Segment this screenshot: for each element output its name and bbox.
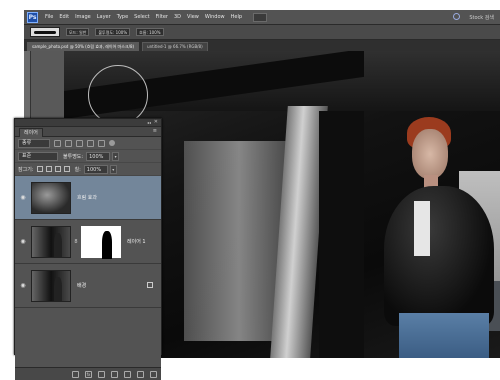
layer-row-layer1[interactable]: ◉ 8 레이어 1 bbox=[15, 220, 161, 264]
stock-search-label[interactable]: Stock 검색 bbox=[469, 14, 494, 21]
collapse-icon[interactable]: ◂◂ bbox=[147, 120, 151, 125]
close-icon[interactable]: ✕ bbox=[154, 119, 158, 125]
photo-model-jacket bbox=[384, 186, 494, 326]
mask-silhouette bbox=[102, 230, 112, 259]
menu-image[interactable]: Image bbox=[75, 14, 91, 20]
menu-3d[interactable]: 3D bbox=[174, 14, 181, 20]
folder-icon[interactable] bbox=[124, 370, 131, 378]
adjustment-icon[interactable] bbox=[111, 370, 118, 378]
layer-mask-thumbnail[interactable] bbox=[81, 225, 121, 259]
layer-thumbnail[interactable] bbox=[31, 225, 71, 258]
mask-link-icon[interactable]: 8 bbox=[73, 239, 79, 245]
visibility-eye-icon[interactable]: ◉ bbox=[18, 282, 28, 289]
visibility-eye-icon[interactable]: ◉ bbox=[18, 238, 28, 245]
lock-label: 잠그기: bbox=[18, 166, 34, 173]
menu-bar: Ps File Edit Image Layer Type Select Fil… bbox=[24, 10, 500, 25]
blend-mode-value: 표준 bbox=[22, 153, 32, 159]
layers-panel: ◂◂ ✕ 레이어 ≡ 종류 표준 불투명도: 100% ▾ 잠그기: 칠: 10… bbox=[14, 118, 162, 380]
trash-icon[interactable] bbox=[150, 370, 157, 378]
fill-slider-button[interactable]: ▾ bbox=[109, 164, 117, 174]
brush-stroke-icon bbox=[34, 30, 56, 34]
tab-document-1[interactable]: sample_photo.psd @ 50% (흐림 효과, 레이어 마스크/8… bbox=[27, 42, 140, 51]
filter-type-icon[interactable] bbox=[76, 139, 83, 147]
filter-adjustment-icon[interactable] bbox=[65, 139, 72, 147]
new-layer-icon[interactable] bbox=[137, 370, 144, 378]
filter-pixel-icon[interactable] bbox=[54, 139, 61, 147]
layer-thumbnail[interactable] bbox=[31, 181, 71, 214]
menu-select[interactable]: Select bbox=[134, 14, 149, 20]
options-bar: 모드: 일반 불투명도: 100% 흐름: 100% bbox=[24, 25, 500, 40]
opacity-field[interactable]: 불투명도: 100% bbox=[95, 28, 131, 36]
blend-mode-dropdown[interactable]: 표준 bbox=[18, 151, 58, 161]
visibility-eye-icon[interactable]: ◉ bbox=[18, 194, 28, 201]
fill-input[interactable]: 100% bbox=[83, 164, 108, 174]
mode-field[interactable]: 모드: 일반 bbox=[66, 28, 90, 36]
panel-bottom-bar: fx bbox=[15, 367, 161, 380]
menu-view[interactable]: View bbox=[187, 14, 199, 20]
tab-document-2[interactable]: untitled-1 @ 66.7% (RGB/8) bbox=[142, 42, 208, 51]
filter-toggle-icon[interactable] bbox=[109, 140, 115, 146]
photo-model-shirt bbox=[414, 201, 430, 256]
workspace-switcher-button[interactable] bbox=[253, 12, 268, 22]
opacity-label: 불투명도: bbox=[63, 153, 84, 160]
kind-filter-label: 종류 bbox=[22, 140, 32, 146]
filter-row: 종류 bbox=[15, 137, 161, 150]
layer-row-blur[interactable]: ◉ 흐림 효과 bbox=[15, 176, 161, 220]
fx-icon[interactable]: fx bbox=[85, 370, 92, 378]
filter-shape-icon[interactable] bbox=[87, 139, 94, 147]
lock-transparent-icon[interactable] bbox=[36, 166, 43, 172]
menu-layer[interactable]: Layer bbox=[97, 14, 111, 20]
kind-filter-dropdown[interactable]: 종류 bbox=[18, 138, 50, 148]
layer-thumbnail[interactable] bbox=[31, 269, 71, 302]
link-icon[interactable] bbox=[72, 370, 79, 378]
menu-help[interactable]: Help bbox=[231, 14, 242, 20]
photo-model-face bbox=[412, 129, 448, 179]
panel-titlebar[interactable]: ◂◂ ✕ bbox=[15, 119, 161, 127]
lock-position-icon[interactable] bbox=[54, 166, 61, 172]
tab-layers[interactable]: 레이어 bbox=[19, 128, 43, 137]
blend-row: 표준 불투명도: 100% ▾ bbox=[15, 150, 161, 163]
panel-menu-icon[interactable]: ≡ bbox=[153, 128, 157, 134]
layers-empty-area bbox=[15, 308, 161, 367]
lock-all-icon[interactable] bbox=[63, 166, 70, 172]
brush-cursor-icon bbox=[88, 65, 148, 125]
menu-file[interactable]: File bbox=[45, 14, 53, 20]
app-logo: Ps bbox=[27, 11, 38, 23]
opacity-slider-button[interactable]: ▾ bbox=[112, 151, 120, 161]
brush-preset-picker[interactable] bbox=[30, 27, 60, 37]
menu-window[interactable]: Window bbox=[205, 14, 225, 20]
document-tabs: sample_photo.psd @ 50% (흐림 효과, 레이어 마스크/8… bbox=[24, 40, 500, 51]
lock-row: 잠그기: 칠: 100% ▾ bbox=[15, 163, 161, 176]
flow-field[interactable]: 흐름: 100% bbox=[136, 28, 164, 36]
layer-row-background[interactable]: ◉ 배경 bbox=[15, 264, 161, 308]
mask-icon[interactable] bbox=[98, 370, 105, 378]
fill-label: 칠: bbox=[74, 166, 81, 173]
menu-edit[interactable]: Edit bbox=[59, 14, 69, 20]
layer-name[interactable]: 레이어 1 bbox=[127, 238, 146, 245]
photo-pillar-shadow bbox=[319, 111, 364, 358]
panel-tab-row: 레이어 ≡ bbox=[15, 127, 161, 137]
filter-smart-object-icon[interactable] bbox=[98, 139, 105, 147]
menu-type[interactable]: Type bbox=[117, 14, 128, 20]
layer-name[interactable]: 배경 bbox=[77, 282, 86, 289]
background-lock-icon bbox=[147, 282, 153, 288]
photo-model-jeans bbox=[399, 313, 489, 358]
opacity-input[interactable]: 100% bbox=[86, 151, 111, 161]
lock-image-icon[interactable] bbox=[45, 166, 52, 172]
search-icon[interactable] bbox=[453, 13, 460, 20]
menu-filter[interactable]: Filter bbox=[156, 14, 168, 20]
layer-name[interactable]: 흐림 효과 bbox=[77, 194, 97, 201]
